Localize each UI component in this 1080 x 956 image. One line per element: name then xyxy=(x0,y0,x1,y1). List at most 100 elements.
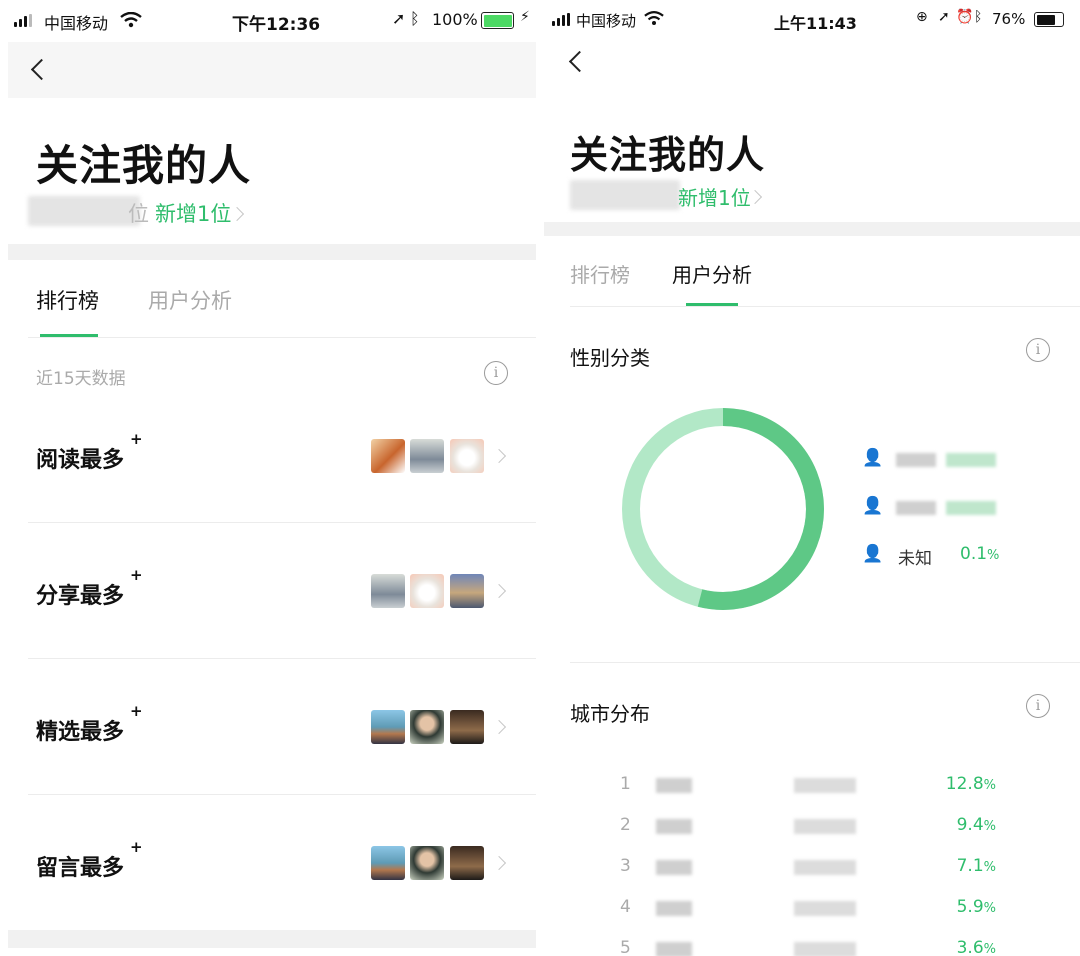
city-percent: 5.9% xyxy=(956,897,996,917)
tab-ranking[interactable]: 排行榜 xyxy=(570,259,630,288)
section-gap xyxy=(544,222,1080,236)
rank-label: 分享最多 xyxy=(36,584,125,609)
lock-rotation-icon: ⊕ xyxy=(916,9,928,25)
chevron-right-icon xyxy=(491,583,507,599)
city-row: 2 9.4% xyxy=(544,813,1080,841)
right-screen: 中国移动 上午11:43 ⊕ ➚ ⏰ ᛒ 76% 关注我的人 新增1位 排行榜 … xyxy=(544,0,1080,956)
rank-label: 精选最多 xyxy=(36,720,125,745)
avatar-thumbnail xyxy=(371,574,405,608)
divider xyxy=(28,337,536,338)
avatar-thumbnail xyxy=(371,710,405,744)
plus-icon: + xyxy=(130,838,143,856)
battery-icon xyxy=(481,12,514,29)
rank-row-share[interactable]: 分享最多 + xyxy=(0,536,540,658)
avatar-thumbnail xyxy=(410,574,444,608)
carrier-label: 中国移动 xyxy=(44,14,109,33)
user-icon: 👤 xyxy=(862,448,884,468)
avatar-thumbnail xyxy=(371,439,405,473)
rank-label: 阅读最多 xyxy=(36,448,125,473)
city-section-title: 城市分布 xyxy=(570,702,650,726)
status-bar: 中国移动 下午12:36 ➚ ᛒ 100% ⚡ xyxy=(0,0,540,42)
new-followers-link[interactable]: 新增1位 xyxy=(678,182,751,211)
section-gap xyxy=(8,244,536,260)
rank-row-featured[interactable]: 精选最多 + xyxy=(0,672,540,794)
city-row: 4 5.9% xyxy=(544,895,1080,923)
nav-bar xyxy=(8,42,536,98)
legend-percent-blurred xyxy=(946,453,996,467)
tab-user-analysis[interactable]: 用户分析 xyxy=(672,259,752,288)
legend-percent: 0.1% xyxy=(960,544,1000,564)
user-icon: 👤 xyxy=(862,496,884,516)
left-screen: 中国移动 下午12:36 ➚ ᛒ 100% ⚡ 关注我的人 位 新增1位 排行榜… xyxy=(0,0,540,956)
city-rank: 5 xyxy=(620,938,631,956)
plus-icon: + xyxy=(130,430,143,448)
chevron-right-icon xyxy=(491,719,507,735)
plus-icon: + xyxy=(130,702,143,720)
wifi-icon xyxy=(644,11,664,26)
avatar-thumbnail xyxy=(410,439,444,473)
avatar-thumbnail xyxy=(450,846,484,880)
battery-percent: 100% xyxy=(432,10,478,29)
city-percent: 9.4% xyxy=(956,815,996,835)
legend-label-blurred xyxy=(896,453,936,467)
city-name-blurred xyxy=(656,942,692,956)
avatar-thumbnail xyxy=(410,846,444,880)
city-name-blurred xyxy=(656,901,692,916)
gender-donut-chart xyxy=(622,408,824,610)
rank-label: 留言最多 xyxy=(36,856,125,881)
charging-icon: ⚡ xyxy=(520,9,530,25)
chevron-right-icon xyxy=(491,448,507,464)
status-time: 上午11:43 xyxy=(774,14,857,33)
back-icon[interactable] xyxy=(568,50,591,73)
city-count-blurred xyxy=(794,778,856,793)
city-row: 5 3.6% xyxy=(544,936,1080,956)
signal-icon xyxy=(552,13,574,26)
page-title: 关注我的人 xyxy=(570,133,766,177)
new-followers-link[interactable]: 新增1位 xyxy=(155,198,231,228)
city-rank: 4 xyxy=(620,897,631,917)
divider xyxy=(570,306,1080,307)
status-bar: 中国移动 上午11:43 ⊕ ➚ ⏰ ᛒ 76% xyxy=(544,0,1080,42)
city-count-blurred xyxy=(794,942,856,956)
status-time: 下午12:36 xyxy=(232,15,321,35)
avatar-thumbnail xyxy=(450,439,484,473)
section-gap xyxy=(8,930,536,948)
legend-percent-blurred xyxy=(946,501,996,515)
battery-icon xyxy=(1034,12,1064,27)
battery-percent: 76% xyxy=(992,10,1026,28)
city-row: 1 12.8% xyxy=(544,772,1080,800)
city-count-blurred xyxy=(794,860,856,875)
info-icon[interactable]: i xyxy=(484,361,508,385)
wifi-icon xyxy=(120,12,142,28)
city-percent: 3.6% xyxy=(956,938,996,956)
location-icon: ➚ xyxy=(938,9,950,25)
follower-count-blurred xyxy=(28,196,140,226)
info-icon[interactable]: i xyxy=(1026,338,1050,362)
chevron-right-icon xyxy=(229,206,245,222)
signal-icon xyxy=(14,14,36,27)
city-count-blurred xyxy=(794,901,856,916)
rank-row-comment[interactable]: 留言最多 + xyxy=(0,808,540,930)
avatar-thumbnail xyxy=(410,710,444,744)
gender-section-title: 性别分类 xyxy=(570,346,650,370)
info-icon[interactable]: i xyxy=(1026,694,1050,718)
legend-label-blurred xyxy=(896,501,936,515)
rank-row-read[interactable]: 阅读最多 + xyxy=(0,400,540,522)
city-name-blurred xyxy=(656,778,692,793)
carrier-label: 中国移动 xyxy=(576,12,637,30)
period-label: 近15天数据 xyxy=(36,369,126,389)
city-count-blurred xyxy=(794,819,856,834)
nav-bar xyxy=(544,40,1080,96)
avatar-thumbnail xyxy=(450,574,484,608)
divider xyxy=(28,658,536,659)
tab-ranking[interactable]: 排行榜 xyxy=(36,285,99,315)
city-row: 3 7.1% xyxy=(544,854,1080,882)
city-percent: 7.1% xyxy=(956,856,996,876)
user-icon: 👤 xyxy=(862,544,884,564)
plus-icon: + xyxy=(130,566,143,584)
tab-user-analysis[interactable]: 用户分析 xyxy=(148,285,232,315)
avatar-thumbnail xyxy=(371,846,405,880)
city-rank: 2 xyxy=(620,815,631,835)
back-icon[interactable] xyxy=(30,58,53,81)
city-rank: 3 xyxy=(620,856,631,876)
